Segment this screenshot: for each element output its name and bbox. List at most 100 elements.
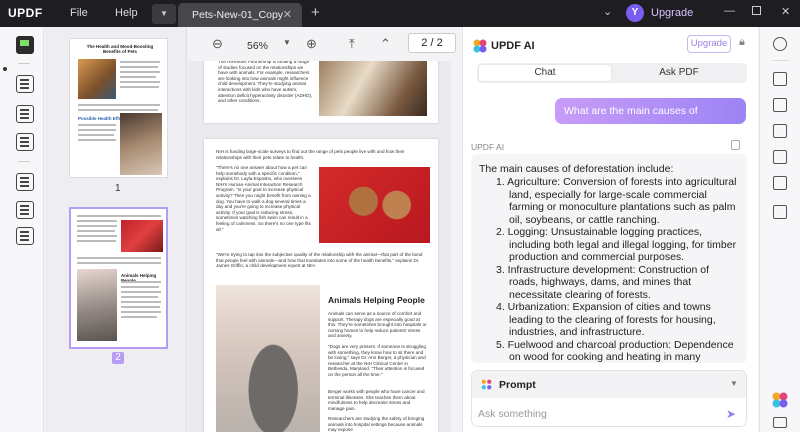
reader-icon[interactable] [16, 36, 34, 54]
list-item: 2. Logging: Unsustainable logging practi… [496, 226, 737, 263]
text-line [120, 66, 158, 68]
text-line [77, 262, 161, 264]
zoom-level[interactable]: 56% [247, 40, 268, 52]
document-canvas: The NIH/Mars Partnership is funding a ra… [188, 61, 451, 432]
thumbnail-page-2[interactable]: Animals Helping People [69, 207, 168, 349]
text-line [121, 316, 157, 318]
answer-intro: The main causes of deforestation include… [479, 163, 674, 175]
updf-ai-toggle-icon[interactable] [771, 391, 789, 409]
menu-file[interactable]: File [70, 7, 88, 19]
dog-cat-photo [120, 113, 162, 175]
text-line [121, 296, 158, 298]
dog-cat-photo [319, 61, 427, 116]
divider [18, 63, 30, 64]
text-line [78, 109, 158, 111]
close-icon[interactable]: ✕ [283, 8, 292, 21]
copy-icon[interactable] [731, 140, 740, 150]
page-1-paragraph: The NIH/Mars Partnership is funding a ra… [218, 61, 313, 104]
protect-icon[interactable] [773, 124, 787, 138]
text-line [121, 291, 161, 293]
panel-dot-icon [3, 67, 7, 71]
tab-chat[interactable]: Chat [479, 65, 611, 81]
tab-ask-pdf[interactable]: Ask PDF [613, 65, 745, 81]
thumbnail-page-1[interactable]: The Health and Mood-Boosting Benefits of… [69, 38, 168, 178]
send-icon[interactable]: ➤ [726, 407, 736, 421]
title-bar: UPDF File Help ▼ Pets-New-01_Copy ✕ + ⌄ … [0, 0, 800, 27]
list-item: 3. Infrastructure development: Construct… [496, 263, 710, 301]
avatar[interactable]: Y [626, 4, 644, 22]
highlighter-icon[interactable] [16, 75, 34, 93]
pdf-page-1: The NIH/Mars Partnership is funding a ra… [204, 61, 438, 123]
ai-upgrade-button[interactable]: Upgrade [687, 35, 731, 53]
email-icon[interactable] [773, 176, 787, 190]
minimize-icon[interactable]: — [724, 5, 735, 17]
text-line [120, 86, 159, 88]
text-line [77, 220, 117, 222]
thumbnail-panel: The Health and Mood-Boosting Benefits of… [45, 27, 187, 432]
share-icon[interactable] [773, 150, 787, 164]
prompt-selector[interactable]: Prompt ▼ [472, 371, 746, 398]
page-2-column-2: "Dogs are very present. If someone is st… [328, 344, 426, 377]
text-line [120, 61, 160, 63]
dogs-costume-photo [319, 167, 430, 243]
ask-input[interactable] [478, 405, 714, 423]
answer-list: 1. Agriculture: Conversion of forests in… [479, 176, 741, 363]
previous-page-icon[interactable]: ⌃ [380, 36, 391, 52]
page-2-intro: NIH is funding large-scale surveys to fi… [216, 149, 405, 160]
convert-icon[interactable] [773, 98, 787, 112]
form-icon[interactable] [16, 133, 34, 151]
comment-icon[interactable] [773, 417, 787, 428]
list-item: 5. Fuelwood and charcoal production: Dep… [496, 338, 734, 364]
crop-icon[interactable] [16, 201, 34, 219]
text-line [120, 71, 160, 73]
text-line [77, 257, 161, 259]
prompt-icon [481, 379, 492, 390]
text-line [120, 81, 160, 83]
plus-icon[interactable]: + [311, 4, 320, 21]
thumbnail-label-2: 2 [112, 352, 124, 364]
page-2-column-3: Berger works with people who have cancer… [328, 389, 425, 411]
zoom-out-icon[interactable]: ⊖ [212, 36, 223, 52]
divider [772, 60, 789, 61]
zoom-in-icon[interactable]: ⊕ [306, 36, 317, 52]
ai-panel-title: UPDF AI [491, 40, 535, 52]
zoom-dropdown-chevron-icon[interactable]: ▼ [283, 38, 291, 47]
thumbnail-page-1-title: The Health and Mood-Boosting Benefits of… [86, 44, 154, 54]
updf-ai-icon [473, 39, 487, 53]
upgrade-link[interactable]: Upgrade [651, 7, 693, 19]
pdf-page-2: NIH is funding large-scale surveys to fi… [204, 139, 438, 432]
text-line [78, 139, 116, 141]
maximize-icon[interactable] [752, 6, 761, 15]
text-line [77, 235, 117, 237]
first-page-icon[interactable]: ⤒ [349, 36, 355, 52]
ocr-icon[interactable] [773, 72, 787, 86]
page-2-column-1: Animals can serve as a source of comfort… [328, 311, 427, 339]
tab-document[interactable]: Pets-New-01_Copy ✕ [178, 3, 302, 27]
collapse-chevron-icon[interactable]: ⌄ [603, 5, 612, 18]
search-icon[interactable] [773, 37, 787, 51]
tab-list-chevron-icon[interactable]: ▼ [152, 4, 176, 24]
close-window-icon[interactable]: ✕ [781, 5, 790, 18]
layers-icon[interactable] [16, 227, 34, 245]
text-line [121, 281, 161, 283]
account-upgrade[interactable]: Y Upgrade [626, 3, 696, 23]
lock-icon[interactable]: 🔒︎ [739, 36, 745, 49]
text-line [78, 129, 116, 131]
edit-pdf-icon[interactable] [16, 105, 34, 123]
text-line [121, 286, 159, 288]
cat-photo [78, 59, 116, 99]
ai-tabs: Chat Ask PDF [477, 63, 747, 83]
page-2-heading: Animals Helping People [328, 295, 425, 305]
text-line [78, 104, 160, 106]
text-line [77, 240, 116, 242]
chevron-down-icon[interactable]: ▼ [730, 379, 738, 388]
prompt-label: Prompt [499, 379, 536, 391]
text-line [78, 124, 116, 126]
save-icon[interactable] [773, 205, 787, 219]
menu-help[interactable]: Help [115, 7, 138, 19]
organize-pages-icon[interactable] [16, 173, 34, 191]
assistant-message: The main causes of deforestation include… [471, 154, 747, 363]
page-number-input[interactable]: 2 / 2 [408, 33, 456, 53]
right-toolbar [759, 27, 800, 432]
text-line [120, 76, 156, 78]
